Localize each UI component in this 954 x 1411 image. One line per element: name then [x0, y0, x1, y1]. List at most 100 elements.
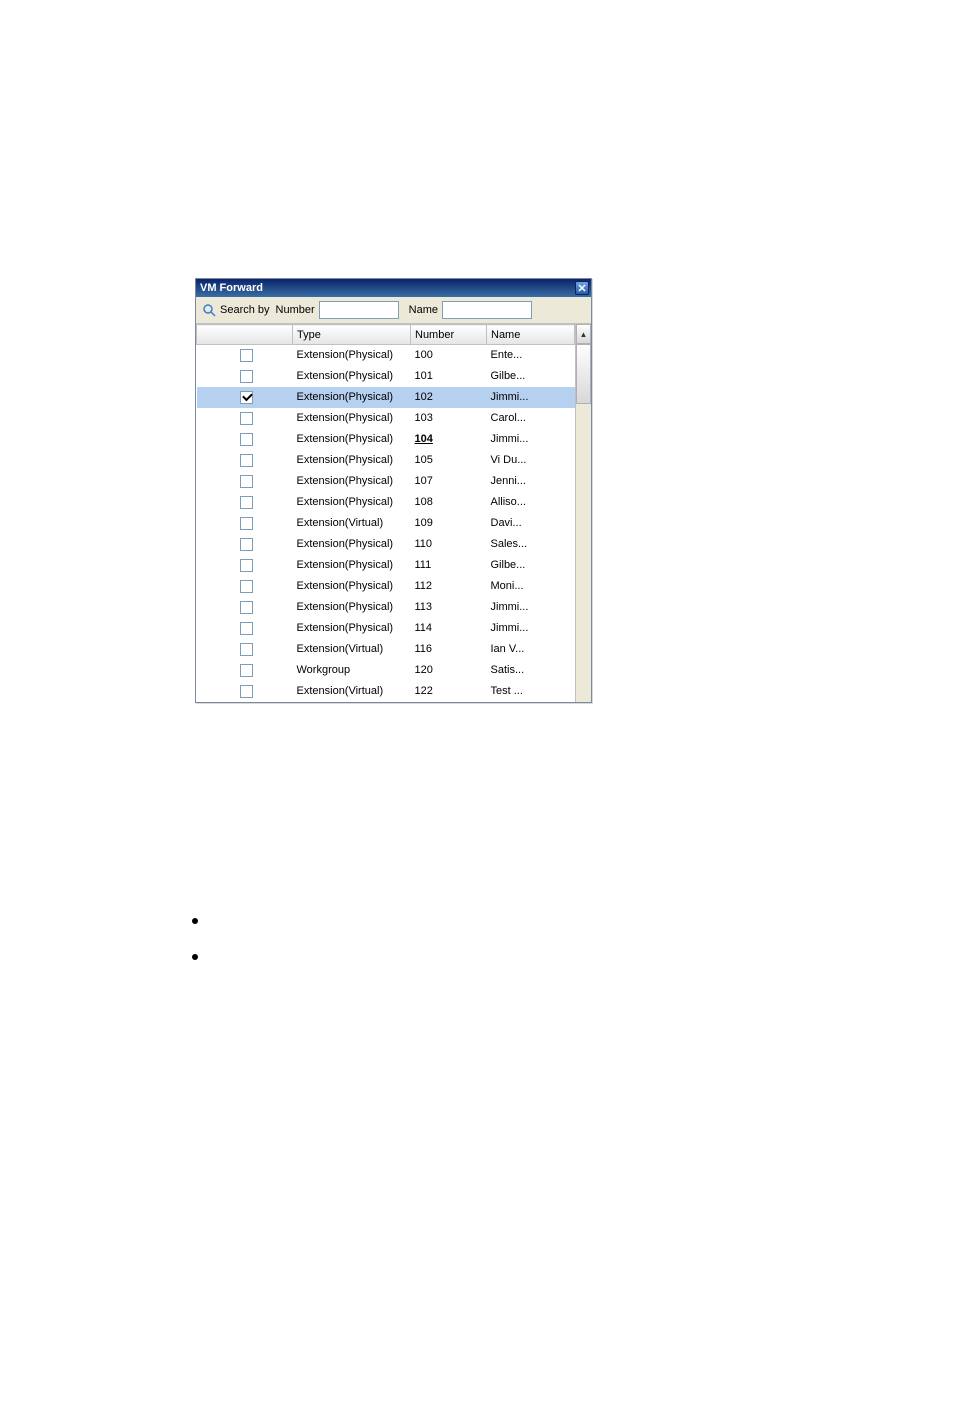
table-row[interactable]: Extension(Physical)111Gilbe...	[197, 555, 575, 576]
row-checkbox[interactable]	[240, 664, 253, 677]
col-header-check[interactable]	[197, 325, 293, 345]
row-name: Ente...	[487, 345, 575, 366]
row-type: Extension(Virtual)	[293, 513, 411, 534]
table-row[interactable]: Extension(Physical)104Jimmi...	[197, 429, 575, 450]
row-name: Carol...	[487, 408, 575, 429]
close-button[interactable]	[575, 281, 589, 295]
row-number: 100	[411, 345, 487, 366]
row-checkbox[interactable]	[240, 496, 253, 509]
row-name: Jimmi...	[487, 597, 575, 618]
row-checkbox[interactable]	[240, 433, 253, 446]
row-number: 104	[411, 429, 487, 450]
row-type: Extension(Physical)	[293, 534, 411, 555]
row-checkbox[interactable]	[240, 622, 253, 635]
row-number: 108	[411, 492, 487, 513]
window-title: VM Forward	[200, 282, 263, 294]
row-type: Extension(Physical)	[293, 408, 411, 429]
table-row[interactable]: Extension(Physical)107Jenni...	[197, 471, 575, 492]
close-icon	[578, 284, 586, 292]
table-row[interactable]: Extension(Physical)105Vi Du...	[197, 450, 575, 471]
table-row[interactable]: Extension(Physical)108Alliso...	[197, 492, 575, 513]
row-checkbox[interactable]	[240, 475, 253, 488]
row-name: Gilbe...	[487, 555, 575, 576]
row-type: Extension(Physical)	[293, 345, 411, 366]
row-checkbox[interactable]	[240, 559, 253, 572]
row-name: Davi...	[487, 513, 575, 534]
row-checkbox[interactable]	[240, 643, 253, 656]
row-number: 111	[411, 555, 487, 576]
table-row[interactable]: Workgroup120Satis...	[197, 660, 575, 681]
search-name-input[interactable]	[442, 301, 532, 319]
row-checkbox[interactable]	[240, 685, 253, 698]
row-type: Extension(Physical)	[293, 429, 411, 450]
search-by-label: Search by	[220, 304, 270, 316]
row-name: Moni...	[487, 576, 575, 597]
table-row[interactable]: Extension(Virtual)109Davi...	[197, 513, 575, 534]
row-checkbox[interactable]	[240, 454, 253, 467]
row-number: 120	[411, 660, 487, 681]
search-bar: Search by Number Name	[196, 297, 591, 324]
search-number-input[interactable]	[319, 301, 399, 319]
scroll-thumb[interactable]	[576, 344, 591, 404]
row-number: 110	[411, 534, 487, 555]
row-name: Gilbe...	[487, 366, 575, 387]
scroll-track[interactable]	[576, 404, 591, 702]
row-number: 103	[411, 408, 487, 429]
row-number: 112	[411, 576, 487, 597]
titlebar[interactable]: VM Forward	[196, 279, 591, 297]
row-name: Sales...	[487, 534, 575, 555]
bullet-icon	[192, 954, 198, 960]
table-row[interactable]: Extension(Physical)103Carol...	[197, 408, 575, 429]
extension-table: Type Number Name Extension(Physical)100E…	[196, 324, 575, 702]
row-checkbox[interactable]	[240, 349, 253, 362]
table-row[interactable]: Extension(Physical)112Moni...	[197, 576, 575, 597]
row-name: Vi Du...	[487, 450, 575, 471]
table-row[interactable]: Extension(Physical)102Jimmi...	[197, 387, 575, 408]
bullet-list	[192, 918, 198, 990]
row-number: 105	[411, 450, 487, 471]
row-number: 114	[411, 618, 487, 639]
table-row[interactable]: Extension(Physical)100Ente...	[197, 345, 575, 366]
row-type: Extension(Physical)	[293, 492, 411, 513]
row-checkbox[interactable]	[240, 391, 253, 404]
table-row[interactable]: Extension(Virtual)116Ian V...	[197, 639, 575, 660]
row-checkbox[interactable]	[240, 370, 253, 383]
name-label: Name	[409, 304, 438, 316]
table-row[interactable]: Extension(Physical)114Jimmi...	[197, 618, 575, 639]
col-header-type[interactable]: Type	[293, 325, 411, 345]
row-number: 101	[411, 366, 487, 387]
row-type: Extension(Physical)	[293, 471, 411, 492]
table-wrap: Type Number Name Extension(Physical)100E…	[196, 324, 591, 702]
vertical-scrollbar[interactable]: ▲	[575, 324, 591, 702]
number-label: Number	[276, 304, 315, 316]
row-name: Satis...	[487, 660, 575, 681]
row-name: Jimmi...	[487, 387, 575, 408]
row-checkbox[interactable]	[240, 580, 253, 593]
row-type: Workgroup	[293, 660, 411, 681]
row-number: 107	[411, 471, 487, 492]
vm-forward-dialog: VM Forward Search by Number Name Type Nu…	[195, 278, 592, 703]
row-type: Extension(Physical)	[293, 555, 411, 576]
table-row[interactable]: Extension(Physical)110Sales...	[197, 534, 575, 555]
col-header-name[interactable]: Name	[487, 325, 575, 345]
row-number: 122	[411, 681, 487, 702]
scroll-up-button[interactable]: ▲	[576, 324, 591, 344]
table-row[interactable]: Extension(Physical)113Jimmi...	[197, 597, 575, 618]
row-name: Test ...	[487, 681, 575, 702]
search-icon	[202, 303, 216, 317]
col-header-number[interactable]: Number	[411, 325, 487, 345]
row-number: 116	[411, 639, 487, 660]
row-checkbox[interactable]	[240, 517, 253, 530]
table-row[interactable]: Extension(Virtual)122Test ...	[197, 681, 575, 702]
table-row[interactable]: Extension(Physical)101Gilbe...	[197, 366, 575, 387]
row-type: Extension(Physical)	[293, 387, 411, 408]
row-name: Ian V...	[487, 639, 575, 660]
row-checkbox[interactable]	[240, 601, 253, 614]
row-name: Jenni...	[487, 471, 575, 492]
row-type: Extension(Physical)	[293, 618, 411, 639]
row-checkbox[interactable]	[240, 412, 253, 425]
row-checkbox[interactable]	[240, 538, 253, 551]
row-type: Extension(Physical)	[293, 576, 411, 597]
row-name: Alliso...	[487, 492, 575, 513]
row-type: Extension(Virtual)	[293, 639, 411, 660]
